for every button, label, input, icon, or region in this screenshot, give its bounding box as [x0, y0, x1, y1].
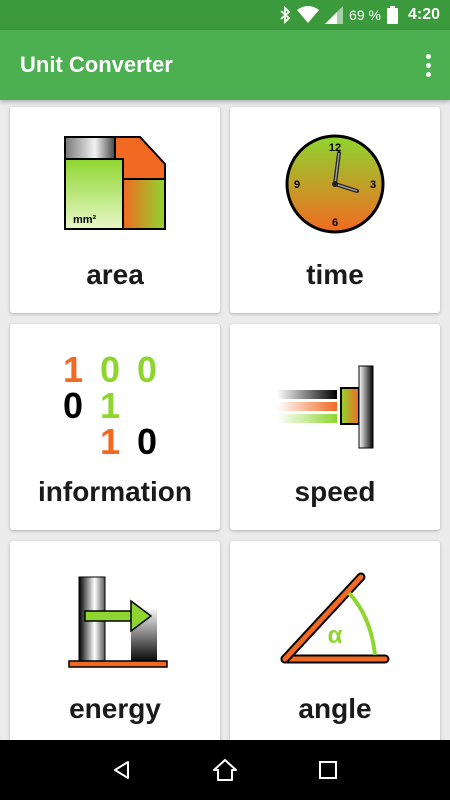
svg-text:0: 0	[137, 349, 157, 390]
energy-icon	[68, 576, 168, 668]
navigation-bar	[0, 740, 450, 800]
home-icon[interactable]	[205, 750, 245, 790]
svg-text:mm²: mm²	[73, 214, 97, 226]
battery-percent: 69 %	[349, 7, 381, 23]
wifi-icon	[297, 6, 320, 23]
clock-time: 4:20	[407, 6, 440, 23]
category-card-area[interactable]: mm² area	[10, 107, 220, 313]
recents-icon[interactable]	[308, 750, 348, 790]
category-card-energy[interactable]: energy	[10, 541, 220, 740]
area-icon: mm²	[64, 136, 166, 230]
category-grid: mm² area 12 3 6 9 time 1 0 0 0 1 1 0 inf…	[0, 100, 450, 740]
category-label: time	[306, 259, 364, 290]
category-label: angle	[298, 693, 372, 724]
svg-text:9: 9	[294, 179, 300, 191]
svg-text:0: 0	[137, 421, 157, 456]
back-icon[interactable]	[102, 750, 142, 790]
clock-icon: 12 3 6 9	[285, 134, 385, 234]
status-bar: 69 % 4:20	[0, 0, 450, 30]
category-label: speed	[294, 476, 376, 507]
svg-text:0: 0	[63, 385, 83, 426]
category-card-speed[interactable]: speed	[230, 324, 440, 530]
category-label: information	[38, 476, 192, 507]
binary-icon: 1 0 0 0 1 1 0	[63, 349, 157, 456]
svg-text:0: 0	[100, 349, 120, 390]
angle-icon: α	[280, 572, 390, 664]
svg-text:1: 1	[63, 349, 83, 390]
category-card-information[interactable]: 1 0 0 0 1 1 0 information	[10, 324, 220, 530]
app-title: Unit Converter	[20, 52, 173, 77]
svg-text:3: 3	[370, 179, 376, 191]
svg-text:1: 1	[100, 385, 120, 426]
svg-text:α: α	[328, 622, 343, 649]
battery-icon	[386, 6, 398, 24]
signal-icon	[325, 6, 344, 24]
category-card-time[interactable]: 12 3 6 9 time	[230, 107, 440, 313]
speed-icon	[277, 365, 374, 449]
app-bar: Unit Converter	[0, 30, 450, 100]
svg-text:6: 6	[332, 217, 338, 229]
category-label: energy	[69, 693, 161, 724]
category-card-angle[interactable]: α angle	[230, 541, 440, 740]
category-label: area	[86, 259, 144, 290]
bluetooth-icon	[280, 6, 291, 24]
more-vert-icon[interactable]	[408, 45, 448, 85]
svg-text:1: 1	[100, 421, 120, 456]
